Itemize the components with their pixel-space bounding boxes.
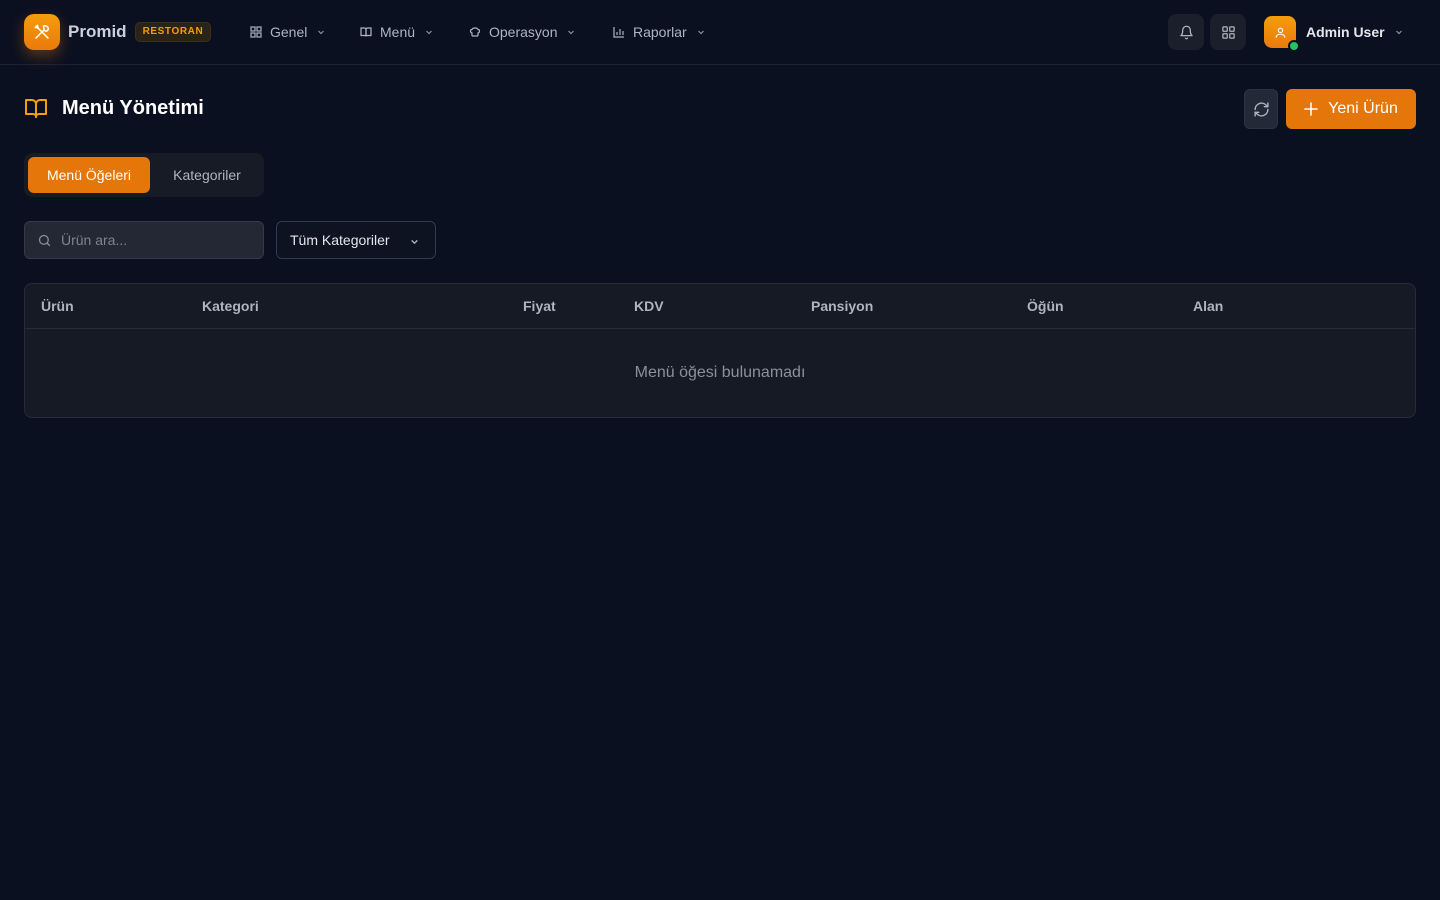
bar-chart-icon (613, 26, 625, 38)
nav-item-menu[interactable]: Menü (360, 22, 433, 42)
user-icon (1274, 26, 1287, 39)
nav-item-label: Genel (270, 24, 308, 40)
category-select-value: Tüm Kategoriler (290, 232, 390, 248)
search-icon (37, 233, 52, 248)
plus-icon (1304, 102, 1318, 116)
column-header-vat[interactable]: KDV (634, 298, 664, 314)
page-title: Menü Yönetimi (62, 96, 204, 119)
chevron-down-icon (317, 28, 325, 36)
search-input[interactable] (61, 232, 241, 248)
page-header: Menü Yönetimi (24, 96, 204, 120)
empty-state-message: Menü öğesi bulunamadı (634, 364, 806, 381)
grid-icon (1221, 25, 1236, 40)
nav-item-operasyon[interactable]: Operasyon (469, 22, 575, 42)
chevron-down-icon (1395, 28, 1403, 36)
menu-items-table: Ürün Kategori Fiyat KDV Pansiyon Öğün Al… (24, 283, 1416, 418)
brand-name: Promid (68, 22, 127, 41)
column-header-category[interactable]: Kategori (202, 298, 259, 314)
column-header-area[interactable]: Alan (1193, 298, 1223, 314)
top-navbar: Promid RESTORAN Genel Menü Operasyon Rap… (0, 0, 1440, 65)
book-open-icon (24, 96, 48, 120)
utensils-logo-icon (24, 14, 60, 50)
chevron-down-icon (567, 28, 575, 36)
new-product-button[interactable]: Yeni Ürün (1286, 89, 1416, 129)
tab-menu-items[interactable]: Menü Öğeleri (28, 157, 150, 193)
bell-icon (1179, 25, 1194, 40)
tab-categories[interactable]: Kategoriler (154, 157, 260, 193)
user-name: Admin User (1306, 24, 1385, 40)
online-status-dot (1288, 40, 1300, 52)
refresh-button[interactable] (1244, 89, 1278, 129)
chef-hat-icon (469, 26, 481, 38)
column-header-price[interactable]: Fiyat (523, 298, 556, 314)
nav-item-genel[interactable]: Genel (250, 22, 325, 42)
category-select[interactable]: Tüm Kategoriler (276, 221, 436, 259)
user-menu[interactable]: Admin User (1264, 16, 1403, 52)
refresh-icon (1253, 101, 1270, 118)
chevron-down-icon (697, 28, 705, 36)
book-icon (360, 26, 372, 38)
column-header-board[interactable]: Pansiyon (811, 298, 873, 314)
nav-item-label: Raporlar (633, 24, 687, 40)
search-box (24, 221, 264, 259)
nav-item-label: Operasyon (489, 24, 558, 40)
tab-bar: Menü Öğeleri Kategoriler (24, 153, 264, 197)
avatar (1264, 16, 1300, 52)
nav-item-raporlar[interactable]: Raporlar (613, 22, 705, 42)
apps-button[interactable] (1210, 14, 1246, 50)
chevron-down-icon (425, 28, 433, 36)
brand[interactable]: Promid RESTORAN (24, 14, 212, 50)
chevron-down-icon (410, 237, 419, 246)
column-header-product[interactable]: Ürün (41, 298, 74, 314)
notifications-button[interactable] (1168, 14, 1204, 50)
new-product-label: Yeni Ürün (1328, 100, 1398, 117)
brand-badge: RESTORAN (134, 22, 212, 42)
column-header-meal[interactable]: Öğün (1027, 298, 1064, 314)
table-header: Ürün Kategori Fiyat KDV Pansiyon Öğün Al… (25, 284, 1415, 329)
grid-icon (250, 26, 262, 38)
nav-item-label: Menü (380, 24, 416, 40)
